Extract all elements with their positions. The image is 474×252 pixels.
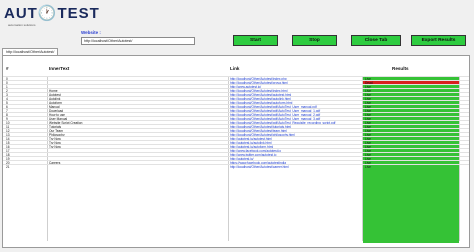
stop-button[interactable]: Stop (292, 35, 337, 46)
close-tab-button[interactable]: Close Tab (351, 35, 401, 46)
column-header-innertext[interactable]: InnerText (49, 66, 69, 71)
column-header-num[interactable]: # (6, 66, 9, 71)
autotest-logo: AUT🕐TEST automation solutions (4, 4, 99, 34)
website-label: Website : (81, 30, 101, 35)
row-link[interactable]: http://localhost/Other/Autotest/career.h… (230, 165, 362, 169)
logo-tagline: automation solutions (8, 23, 36, 27)
row-innertext (49, 165, 229, 169)
column-header-results[interactable]: Results (392, 66, 409, 71)
results-column-fill (363, 168, 459, 243)
logo-text: AUT🕐TEST (4, 5, 100, 22)
export-results-button[interactable]: Export Results (411, 35, 466, 46)
row-number: 21 (6, 165, 10, 169)
results-panel: # InnerText Link Results 0 http://localho… (2, 55, 470, 248)
start-button[interactable]: Start (233, 35, 278, 46)
row-result: Live (363, 165, 459, 169)
results-grid: # InnerText Link Results 0 http://localho… (3, 56, 469, 247)
column-header-link[interactable]: Link (230, 66, 239, 71)
table-row[interactable]: 21 http://localhost/Other/Autotest/career… (3, 164, 469, 169)
website-url-input[interactable]: http://localhost/Other/Autotest/ (81, 37, 195, 45)
